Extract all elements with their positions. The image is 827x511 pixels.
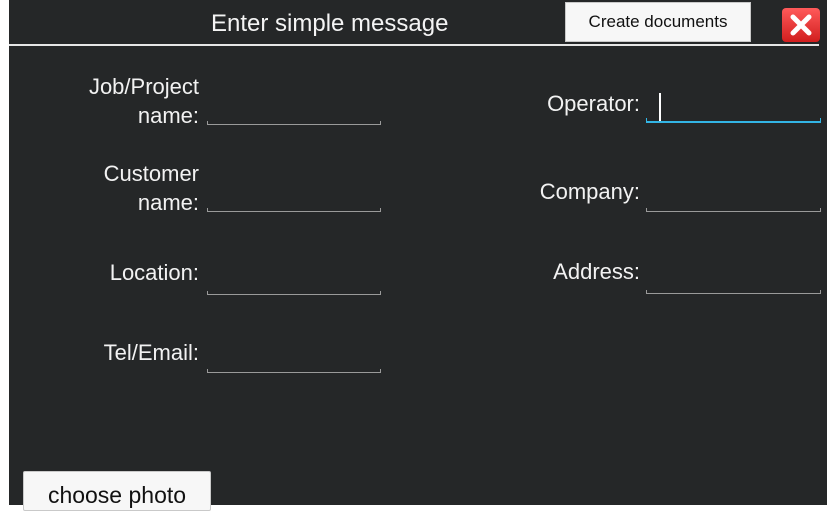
tel-email-field[interactable] <box>207 351 381 373</box>
dialog-title: Enter simple message <box>211 10 449 37</box>
job-project-field[interactable] <box>207 103 381 125</box>
choose-photo-button[interactable]: choose photo <box>23 471 211 511</box>
customer-name-label: Customer name: <box>103 161 199 215</box>
job-project-label: Job/Project name: <box>88 74 199 128</box>
text-cursor <box>659 93 661 123</box>
operator-label: Operator: <box>547 91 640 116</box>
address-label: Address: <box>553 259 640 284</box>
message-dialog: Enter simple message Create documents Jo… <box>9 0 827 511</box>
tel-email-label: Tel/Email: <box>103 340 199 365</box>
location-field[interactable] <box>207 273 381 295</box>
header-divider <box>9 44 819 46</box>
company-label: Company: <box>539 179 640 204</box>
create-documents-button[interactable]: Create documents <box>565 2 751 42</box>
operator-field[interactable] <box>646 93 821 123</box>
address-field[interactable] <box>646 272 821 294</box>
close-button[interactable] <box>782 8 820 42</box>
location-label: Location: <box>109 260 199 285</box>
customer-name-field[interactable] <box>207 190 381 212</box>
close-x-icon <box>790 14 812 36</box>
company-field[interactable] <box>646 190 821 212</box>
